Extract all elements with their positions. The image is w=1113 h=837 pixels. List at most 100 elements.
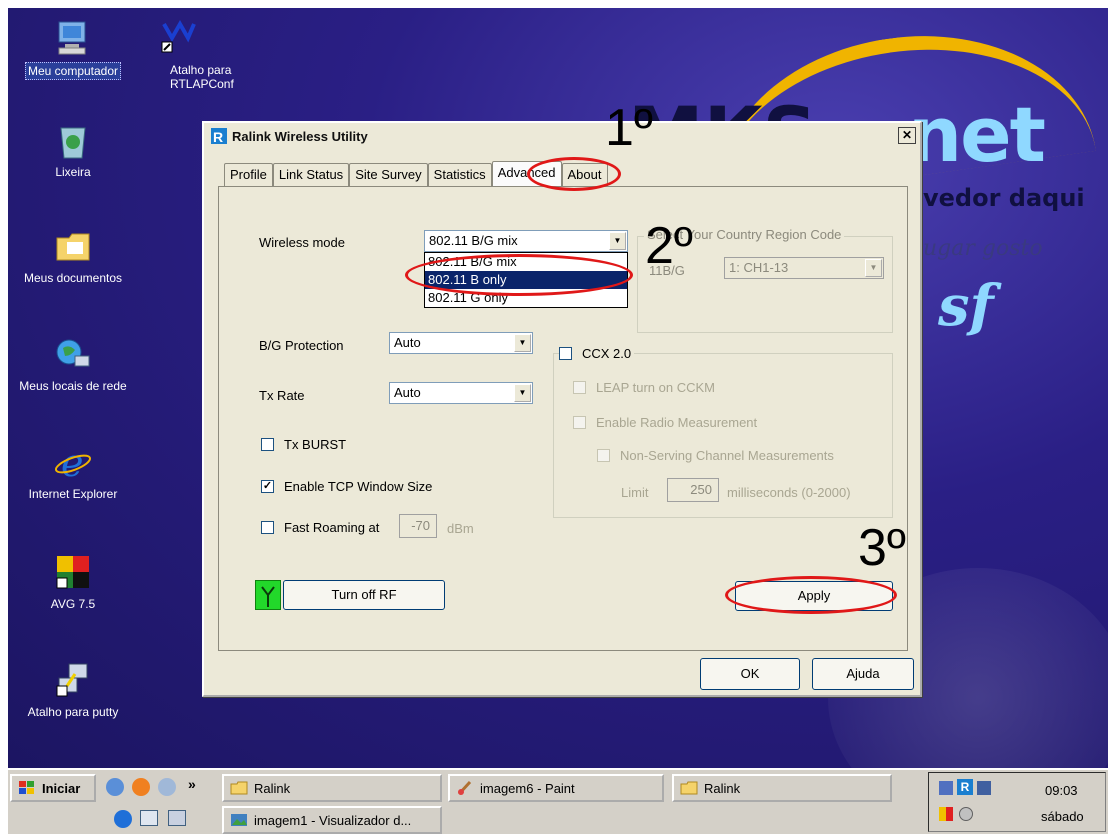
start-button[interactable]: Iniciar [10,774,96,802]
checkbox-box[interactable] [573,381,586,394]
bg-protection-label: B/G Protection [259,338,344,353]
fast-roaming-input[interactable]: -70 [399,514,437,538]
wireless-mode-option[interactable]: 802.11 B only [425,271,627,289]
check-icon[interactable]: ✓ [261,480,274,493]
clock-time: 09:03 [1045,783,1078,798]
chevron-down-icon[interactable]: ▼ [514,384,531,402]
desktop-icon-lixeira[interactable]: Lixeira [8,120,138,180]
checkbox-box[interactable] [261,521,274,534]
fast-roaming-unit: dBm [447,521,474,536]
leap-checkbox[interactable]: LEAP turn on CCKM [573,380,715,395]
checkbox-box[interactable] [261,438,274,451]
title-bar[interactable]: R Ralink Wireless Utility [204,123,920,149]
ralink-tray-icon[interactable]: R [957,779,973,795]
checkbox-box[interactable] [573,416,586,429]
limit-unit: milliseconds (0-2000) [727,485,851,500]
limit-label: Limit [621,485,649,500]
limit-input[interactable]: 250 [667,478,719,502]
wallpaper-tagline: vedor daqui [923,184,1085,212]
window-title: Ralink Wireless Utility [232,128,368,144]
wireless-mode-option[interactable]: 802.11 G only [425,289,627,307]
chevron-down-icon[interactable]: ▼ [865,259,882,277]
chevron-down-icon[interactable]: ▼ [609,232,626,250]
taskbar-item-paint[interactable]: imagem6 - Paint [448,774,664,802]
desktop-icon-putty[interactable]: Atalho para putty [8,660,138,720]
network-icon [53,334,93,374]
tab-about[interactable]: About [561,163,608,187]
checkbox-box[interactable] [597,449,610,462]
image-viewer-icon [230,812,248,828]
folder-icon [680,780,698,796]
volume-tray-icon[interactable] [959,807,973,821]
annotation-step-1: 1º [605,99,653,157]
tab-bar: Profile Link Status Site Survey Statisti… [224,161,608,187]
tab-link-status[interactable]: Link Status [272,163,350,187]
avg-icon [53,552,93,592]
putty-icon [53,660,93,700]
tx-rate-select[interactable]: Auto ▼ [389,382,533,404]
wallpaper-tagline2: ugar gosto [923,236,1043,261]
wireless-tray-icon[interactable] [939,781,953,795]
taskbar-item-image-viewer[interactable]: imagem1 - Visualizador d... [222,806,442,834]
chevron-down-icon[interactable]: ▼ [514,334,531,352]
tab-statistics[interactable]: Statistics [427,163,492,187]
ralink-wireless-utility-window: R Ralink Wireless Utility ✕ Profile Link… [202,121,922,697]
clock-day: sábado [1041,809,1084,824]
close-button[interactable]: ✕ [898,127,916,144]
tcp-window-checkbox[interactable]: ✓ Enable TCP Window Size [261,479,432,494]
taskbar-item-ralink-1[interactable]: Ralink [222,774,442,802]
wireless-mode-option[interactable]: 802.11 B/G mix [425,253,627,271]
system-tray: R 09:03 sábado [928,772,1106,832]
wallpaper-brand: net [908,90,1046,179]
ie-icon: e [53,441,93,485]
advanced-panel: Wireless mode 802.11 B/G mix ▼ 802.11 B/… [218,186,908,651]
avg-tray-icon[interactable] [939,807,953,821]
quicklaunch-show-desktop-icon[interactable] [106,778,124,796]
annotation-step-3: 3º [858,519,906,577]
wireless-mode-dropdown: 802.11 B/G mix 802.11 B only 802.11 G on… [424,252,628,308]
desktop-icon-avg[interactable]: AVG 7.5 [8,552,138,612]
ralink-shortcut-icon [158,18,198,58]
taskbar-item-ralink-2[interactable]: Ralink [672,774,892,802]
desktop-icon-meus-locais-de-rede[interactable]: Meus locais de rede [8,334,138,394]
ralink-app-icon: R [210,127,228,145]
quicklaunch-chevron[interactable]: » [188,776,196,792]
quicklaunch-ie-icon[interactable] [114,810,132,828]
non-serving-checkbox[interactable]: Non-Serving Channel Measurements [597,448,834,463]
ok-button[interactable]: OK [700,658,800,690]
quicklaunch-desktop-icon[interactable] [140,810,158,826]
tx-rate-label: Tx Rate [259,388,305,403]
tx-burst-checkbox[interactable]: Tx BURST [261,437,346,452]
quicklaunch-firefox-icon[interactable] [132,778,150,796]
tab-site-survey[interactable]: Site Survey [349,163,428,187]
taskbar: Iniciar » Ralink imagem6 - Paint Ralink … [8,768,1108,834]
wireless-mode-label: Wireless mode [259,235,345,250]
fast-roaming-checkbox[interactable]: Fast Roaming at [261,520,379,535]
windows-logo-icon [18,780,36,796]
svg-text:R: R [213,129,223,145]
tab-advanced[interactable]: Advanced [491,161,562,187]
country-region-select[interactable]: 1: CH1-13 ▼ [724,257,884,279]
help-button[interactable]: Ajuda [812,658,914,690]
network-tray-icon[interactable] [977,781,991,795]
radio-measurement-checkbox[interactable]: Enable Radio Measurement [573,415,757,430]
desktop-icon-rtlapconf[interactable]: Atalho para RTLAPConf [148,18,248,92]
paint-icon [456,780,474,796]
desktop-icon-meus-documentos[interactable]: Meus documentos [8,226,138,286]
antenna-icon [255,580,281,610]
folder-icon [230,780,248,796]
turn-off-rf-button[interactable]: Turn off RF [283,580,445,610]
checkbox-box[interactable] [559,347,572,360]
folder-icon [53,226,93,266]
ccx-checkbox[interactable]: CCX 2.0 [559,346,635,361]
apply-button[interactable]: Apply [735,581,893,611]
computer-icon [53,18,93,58]
quicklaunch-putty-icon[interactable] [168,810,186,826]
wireless-mode-select[interactable]: 802.11 B/G mix ▼ [424,230,628,252]
bg-protection-select[interactable]: Auto ▼ [389,332,533,354]
tab-profile[interactable]: Profile [224,163,273,187]
quicklaunch-network-icon[interactable] [158,778,176,796]
desktop-icon-meu-computador[interactable]: Meu computador [8,18,138,80]
desktop-icon-internet-explorer[interactable]: e Internet Explorer [8,441,138,502]
wallpaper-logo: sf [938,273,994,339]
